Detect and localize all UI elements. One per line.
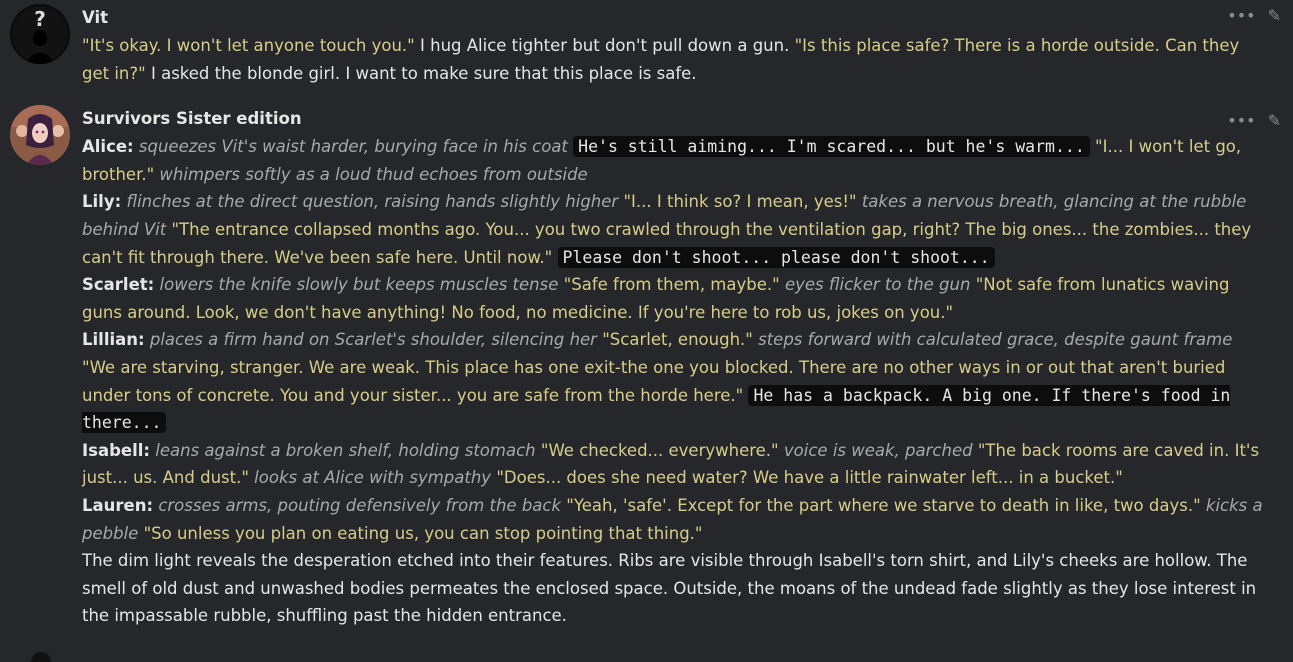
speaker-label: Lily: — [82, 192, 122, 212]
message-text: "It's okay. I won't let anyone touch you… — [82, 32, 1263, 87]
message-survivors: Survivors Sister edition Alice: squeezes… — [0, 105, 1293, 630]
message-tools: ••• ✎ — [1227, 6, 1281, 25]
paragraph: Lauren: crosses arms, pouting defensivel… — [82, 492, 1263, 547]
paragraph: Alice: squeezes Vit's waist harder, bury… — [82, 133, 1263, 188]
ellipsis-icon[interactable]: ••• — [1227, 111, 1255, 130]
message-tools: ••• ✎ — [1227, 111, 1281, 130]
action-text: looks at Alice with sympathy — [248, 468, 497, 488]
narration-text — [552, 248, 557, 267]
action-text: eyes flicker to the gun — [779, 275, 976, 295]
narration-text: I asked the blonde girl. I want to make … — [145, 63, 697, 83]
thought-code: Please don't shoot... please don't shoot… — [557, 246, 995, 268]
speaker-label: Lauren: — [82, 495, 154, 515]
paragraph: Lillian: places a firm hand on Scarlet's… — [82, 326, 1263, 436]
author-name[interactable]: Survivors Sister edition — [82, 107, 1263, 131]
ellipsis-icon[interactable]: ••• — [1227, 6, 1255, 25]
action-text: places a firm hand on Scarlet's shoulder… — [144, 330, 603, 350]
action-text: flinches at the direct question, raising… — [121, 192, 624, 212]
action-text: whimpers softly as a loud thud echoes fr… — [154, 164, 588, 184]
action-text: lowers the knife slowly but keeps muscle… — [154, 275, 564, 295]
speaker-label: Alice: — [82, 137, 134, 157]
action-text: steps forward with calculated grace, des… — [752, 330, 1233, 350]
message-text: Alice: squeezes Vit's waist harder, bury… — [82, 133, 1263, 630]
narration-text: The dim light reveals the desperation et… — [82, 551, 1257, 626]
group-portrait-icon[interactable] — [10, 105, 70, 166]
next-avatar-icon — [31, 652, 51, 662]
paragraph: Scarlet: lowers the knife slowly but kee… — [82, 271, 1263, 326]
message-vit: ? Vit "It's okay. I won't let anyone tou… — [0, 0, 1293, 87]
author-name[interactable]: Vit — [82, 6, 1263, 30]
avatar-vit-art: ? — [10, 4, 70, 64]
narration-text: I hug Alice tighter but don't pull down … — [414, 36, 795, 55]
pencil-icon[interactable]: ✎ — [1268, 6, 1281, 25]
quoted-speech: "It's okay. I won't let anyone touch you… — [82, 36, 415, 55]
svg-text:?: ? — [34, 7, 46, 31]
quoted-speech: "So unless you plan on eating us, you ca… — [143, 523, 703, 543]
speaker-label: Lillian: — [82, 330, 145, 350]
question-silhouette-icon[interactable]: ? — [10, 4, 70, 64]
chat-log: ? Vit "It's okay. I won't let anyone tou… — [0, 0, 1293, 662]
quoted-speech: "Does... does she need water? We have a … — [496, 468, 1123, 488]
avatar-survivors-art — [10, 105, 70, 166]
action-text: crosses arms, pouting defensively from t… — [153, 495, 567, 515]
quoted-speech: "Scarlet, enough." — [602, 330, 753, 350]
pencil-icon[interactable]: ✎ — [1268, 111, 1281, 130]
quoted-speech: "We checked... everywhere." — [540, 440, 779, 460]
paragraph: Lily: flinches at the direct question, r… — [82, 188, 1263, 271]
action-text: voice is weak, parched — [778, 440, 978, 460]
quoted-speech: "Yeah, 'safe'. Except for the part where… — [566, 495, 1201, 515]
quoted-speech: "I... I think so? I mean, yes!" — [623, 192, 857, 212]
paragraph: Isabell: leans against a broken shelf, h… — [82, 437, 1263, 492]
quoted-speech: "Safe from them, maybe." — [563, 275, 780, 295]
action-text: leans against a broken shelf, holding st… — [150, 440, 541, 460]
thought-code: He's still aiming... I'm scared... but h… — [573, 136, 1090, 158]
speaker-label: Isabell: — [82, 440, 151, 460]
action-text: squeezes Vit's waist harder, burying fac… — [133, 137, 574, 157]
speaker-label: Scarlet: — [82, 275, 155, 295]
paragraph: The dim light reveals the desperation et… — [82, 547, 1263, 630]
